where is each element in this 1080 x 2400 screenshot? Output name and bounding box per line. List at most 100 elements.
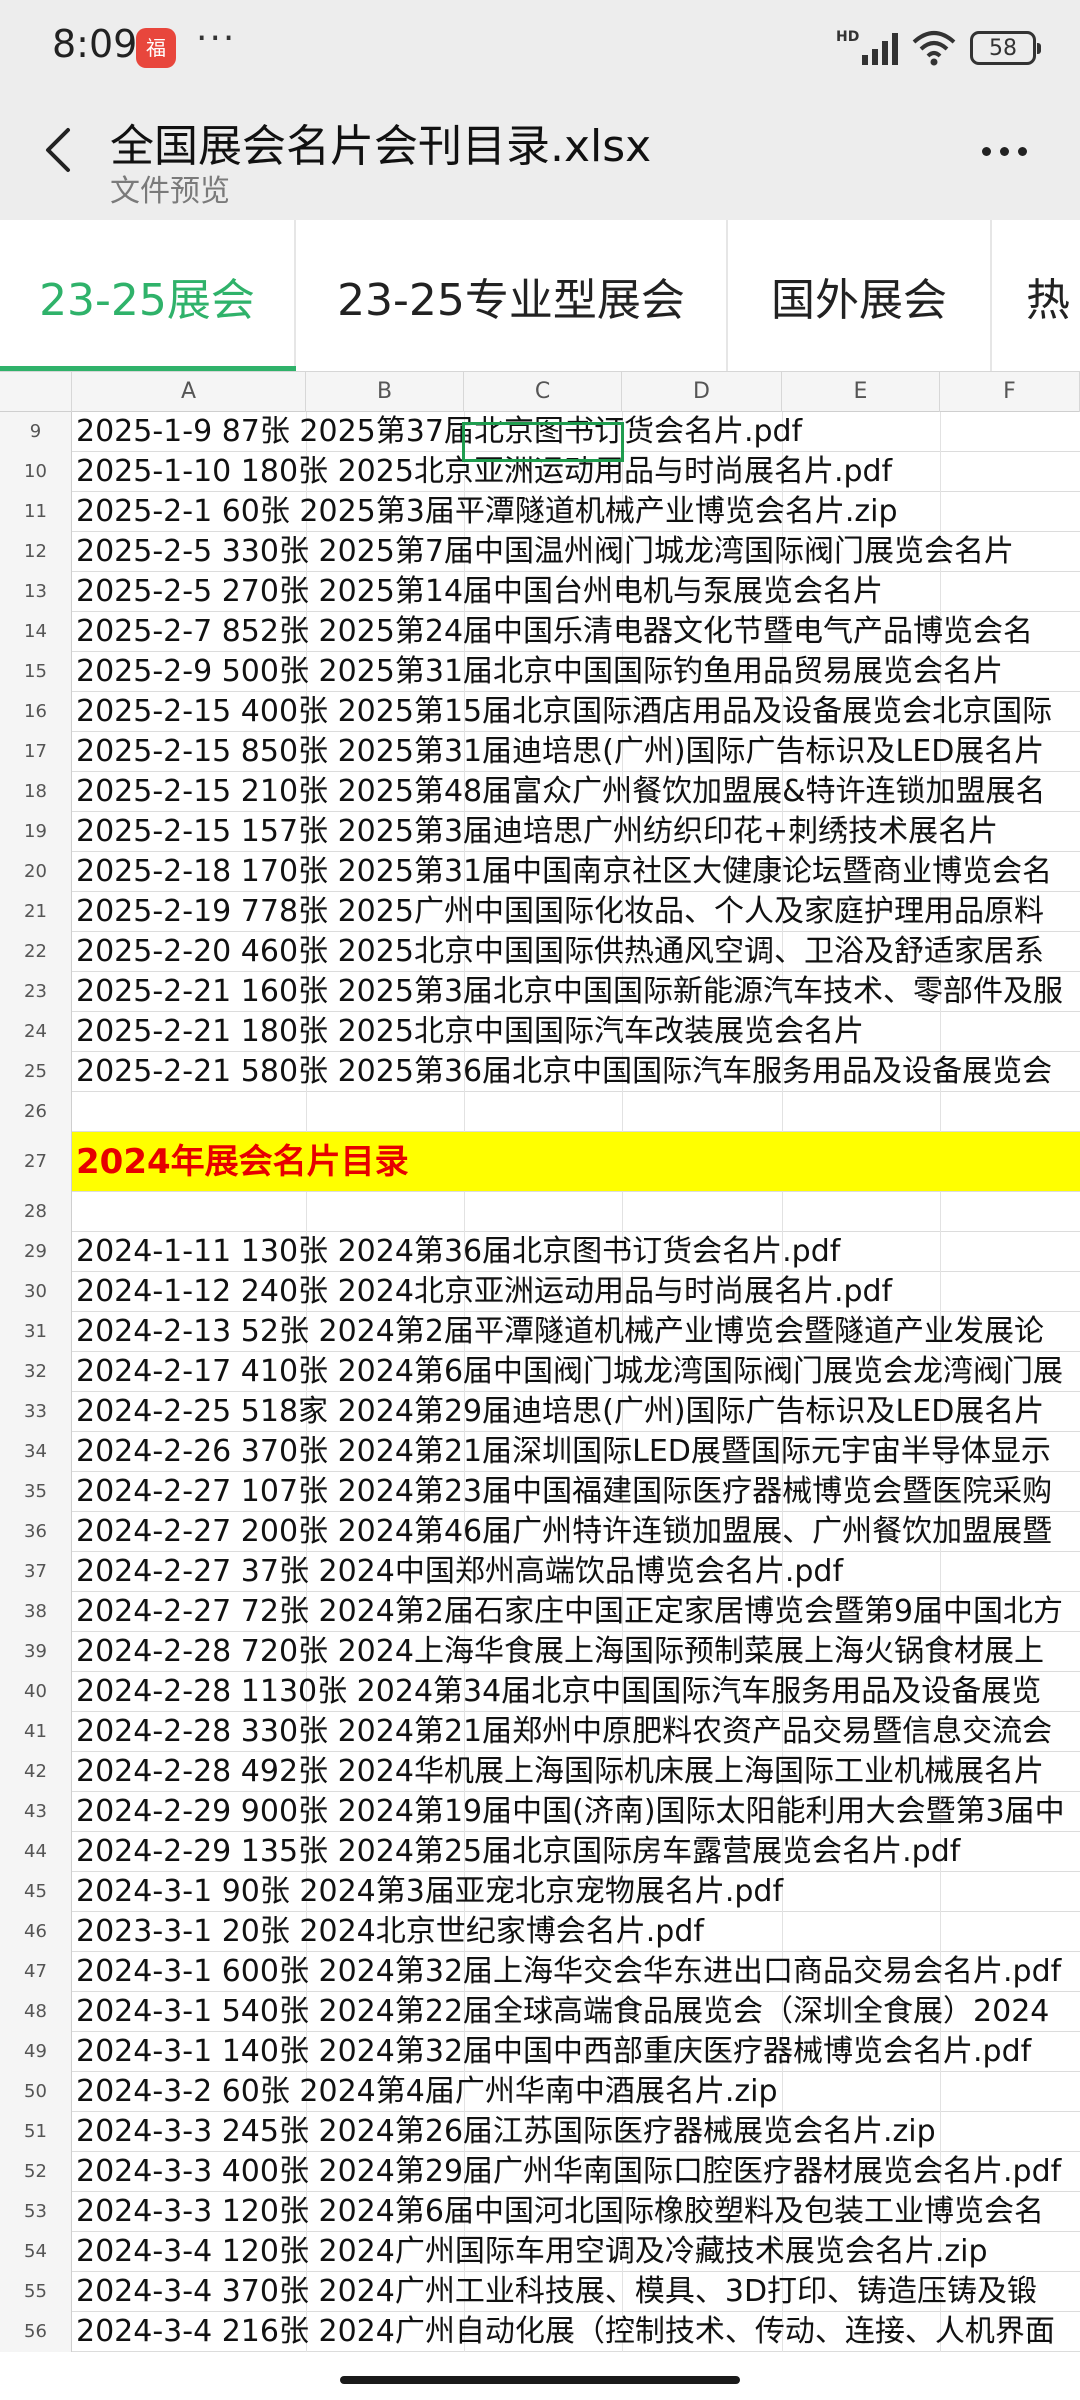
row-number[interactable]: 12: [0, 532, 72, 572]
column-header-b[interactable]: B: [306, 372, 464, 412]
back-icon[interactable]: [30, 120, 90, 180]
row-number[interactable]: 50: [0, 2072, 72, 2112]
row-number[interactable]: 56: [0, 2312, 72, 2352]
table-row[interactable]: 34 2024-2-26 370张 2024第21届深圳国际LED展暨国际元宇宙半…: [0, 1432, 1080, 1472]
cell-text[interactable]: 2024-2-28 330张 2024第21届郑州中原肥料农资产品交易暨信息交流…: [76, 1712, 1052, 1752]
table-row[interactable]: 40 2024-2-28 1130张 2024第34届北京中国国际汽车服务用品及设…: [0, 1672, 1080, 1712]
spreadsheet-grid[interactable]: A B C D E F 9 2025-1-9 87张 2025第37届北京图书订货…: [0, 372, 1080, 2367]
row-number[interactable]: 35: [0, 1472, 72, 1512]
table-row[interactable]: 11 2025-2-1 60张 2025第3届平潭隧道机械产业博览会名片.zip: [0, 492, 1080, 532]
cell-text[interactable]: 2024-2-25 518家 2024第29届迪培思(广州)国际广告标识及LED…: [76, 1392, 1044, 1432]
cell-text[interactable]: 2025-2-9 500张 2025第31届北京中国国际钓鱼用品贸易展览会名片: [76, 652, 1003, 692]
table-row[interactable]: 12 2025-2-5 330张 2025第7届中国温州阀门城龙湾国际阀门展览会名…: [0, 532, 1080, 572]
cell-text[interactable]: 2025-2-21 180张 2025北京中国国际汽车改装展览会名片: [76, 1012, 864, 1052]
cell-text[interactable]: 2025-1-9 87张 2025第37届北京图书订货会名片.pdf: [76, 412, 802, 452]
table-row[interactable]: 54 2024-3-4 120张 2024广州国际车用空调及冷藏技术展览会名片.z…: [0, 2232, 1080, 2272]
table-row[interactable]: 28: [0, 1192, 1080, 1232]
row-number[interactable]: 51: [0, 2112, 72, 2152]
cell-text[interactable]: 2025-1-10 180张 2025北京亚洲运动用品与时尚展名片.pdf: [76, 452, 892, 492]
table-row[interactable]: 37 2024-2-27 37张 2024中国郑州高端饮品博览会名片.pdf: [0, 1552, 1080, 1592]
row-number[interactable]: 16: [0, 692, 72, 732]
row-number[interactable]: 38: [0, 1592, 72, 1632]
cell-text[interactable]: 2024-2-29 900张 2024第19届中国(济南)国际太阳能利用大会暨第…: [76, 1792, 1065, 1832]
cell-text[interactable]: 2024-2-27 200张 2024第46届广州特许连锁加盟展、广州餐饮加盟展…: [76, 1512, 1052, 1552]
tab-hot[interactable]: 热: [992, 220, 1080, 371]
table-row[interactable]: 33 2024-2-25 518家 2024第29届迪培思(广州)国际广告标识及L…: [0, 1392, 1080, 1432]
table-row[interactable]: 51 2024-3-3 245张 2024第26届江苏国际医疗器械展览会名片.zi…: [0, 2112, 1080, 2152]
row-number[interactable]: 20: [0, 852, 72, 892]
row-number[interactable]: 43: [0, 1792, 72, 1832]
row-number[interactable]: 48: [0, 1992, 72, 2032]
table-row[interactable]: 45 2024-3-1 90张 2024第3届亚宠北京宠物展名片.pdf: [0, 1872, 1080, 1912]
row-number[interactable]: 28: [0, 1192, 72, 1232]
row-number[interactable]: 36: [0, 1512, 72, 1552]
table-row[interactable]: 52 2024-3-3 400张 2024第29届广州华南国际口腔医疗器材展览会名…: [0, 2152, 1080, 2192]
row-number[interactable]: 45: [0, 1872, 72, 1912]
table-row[interactable]: 41 2024-2-28 330张 2024第21届郑州中原肥料农资产品交易暨信息…: [0, 1712, 1080, 1752]
table-row[interactable]: 36 2024-2-27 200张 2024第46届广州特许连锁加盟展、广州餐饮加…: [0, 1512, 1080, 1552]
table-row[interactable]: 21 2025-2-19 778张 2025广州中国国际化妆品、个人及家庭护理用品…: [0, 892, 1080, 932]
table-row[interactable]: 29 2024-1-11 130张 2024第36届北京图书订货会名片.pdf: [0, 1232, 1080, 1272]
cell-text[interactable]: 2024-3-4 120张 2024广州国际车用空调及冷藏技术展览会名片.zip: [76, 2232, 988, 2272]
cell-text[interactable]: 2024-2-29 135张 2024第25届北京国际房车露营展览会名片.pdf: [76, 1832, 960, 1872]
row-number[interactable]: 44: [0, 1832, 72, 1872]
row-number[interactable]: 19: [0, 812, 72, 852]
row-number[interactable]: 11: [0, 492, 72, 532]
row-number[interactable]: 46: [0, 1912, 72, 1952]
cell-text[interactable]: 2025-2-15 210张 2025第48届富众广州餐饮加盟展&特许连锁加盟展…: [76, 772, 1046, 812]
cell-text[interactable]: 2024-3-1 140张 2024第32届中国中西部重庆医疗器械博览会名片.p…: [76, 2032, 1031, 2072]
tab-foreign-exhibitions[interactable]: 国外展会: [728, 220, 992, 371]
cell-text[interactable]: 2024-2-26 370张 2024第21届深圳国际LED展暨国际元宇宙半导体…: [76, 1432, 1051, 1472]
section-title-cell[interactable]: 2024年展会名片目录: [76, 1132, 409, 1192]
table-row[interactable]: 18 2025-2-15 210张 2025第48届富众广州餐饮加盟展&特许连锁加…: [0, 772, 1080, 812]
table-row[interactable]: 56 2024-3-4 216张 2024广州自动化展（控制技术、传动、连接、人机…: [0, 2312, 1080, 2352]
table-row[interactable]: 17 2025-2-15 850张 2025第31届迪培思(广州)国际广告标识及L…: [0, 732, 1080, 772]
row-number[interactable]: 33: [0, 1392, 72, 1432]
cell-text[interactable]: 2024-3-3 120张 2024第6届中国河北国际橡胶塑料及包装工业博览会名: [76, 2192, 1044, 2232]
row-number[interactable]: 39: [0, 1632, 72, 1672]
row-number[interactable]: 23: [0, 972, 72, 1012]
row-number[interactable]: 37: [0, 1552, 72, 1592]
cell-text[interactable]: 2024-3-4 216张 2024广州自动化展（控制技术、传动、连接、人机界面: [76, 2312, 1055, 2352]
cell-text[interactable]: 2024-2-28 1130张 2024第34届北京中国国际汽车服务用品及设备展…: [76, 1672, 1041, 1712]
row-number[interactable]: 27: [0, 1132, 72, 1192]
cell-text[interactable]: 2024-2-13 52张 2024第2届平潭隧道机械产业博览会暨隧道产业发展论: [76, 1312, 1044, 1352]
table-row[interactable]: 43 2024-2-29 900张 2024第19届中国(济南)国际太阳能利用大会…: [0, 1792, 1080, 1832]
row-number[interactable]: 15: [0, 652, 72, 692]
cell-text[interactable]: 2024-3-3 400张 2024第29届广州华南国际口腔医疗器材展览会名片.…: [76, 2152, 1061, 2192]
table-row[interactable]: 53 2024-3-3 120张 2024第6届中国河北国际橡胶塑料及包装工业博览…: [0, 2192, 1080, 2232]
cell-text[interactable]: 2024-3-1 90张 2024第3届亚宠北京宠物展名片.pdf: [76, 1872, 783, 1912]
row-number[interactable]: 53: [0, 2192, 72, 2232]
cell-text[interactable]: 2023-3-1 20张 2024北京世纪家博会名片.pdf: [76, 1912, 704, 1952]
more-options-icon[interactable]: [964, 126, 1044, 176]
cell-text[interactable]: 2025-2-5 270张 2025第14届中国台州电机与泵展览会名片: [76, 572, 883, 612]
cell-text[interactable]: 2025-2-15 850张 2025第31届迪培思(广州)国际广告标识及LED…: [76, 732, 1044, 772]
home-indicator[interactable]: [340, 2376, 740, 2384]
table-row[interactable]: 38 2024-2-27 72张 2024第2届石家庄中国正定家居博览会暨第9届中…: [0, 1592, 1080, 1632]
column-header-e[interactable]: E: [782, 372, 940, 412]
table-row[interactable]: 46 2023-3-1 20张 2024北京世纪家博会名片.pdf: [0, 1912, 1080, 1952]
row-number[interactable]: 29: [0, 1232, 72, 1272]
row-number[interactable]: 24: [0, 1012, 72, 1052]
row-number[interactable]: 13: [0, 572, 72, 612]
row-number[interactable]: 14: [0, 612, 72, 652]
cell-text[interactable]: 2024-2-27 72张 2024第2届石家庄中国正定家居博览会暨第9届中国北…: [76, 1592, 1063, 1632]
cell-text[interactable]: 2024-2-17 410张 2024第6届中国阀门城龙湾国际阀门展览会龙湾阀门…: [76, 1352, 1063, 1392]
corner-cell[interactable]: [0, 372, 72, 412]
row-number[interactable]: 9: [0, 412, 72, 452]
table-row[interactable]: 9 2025-1-9 87张 2025第37届北京图书订货会名片.pdf: [0, 412, 1080, 452]
cell-text[interactable]: 2024-3-3 245张 2024第26届江苏国际医疗器械展览会名片.zip: [76, 2112, 936, 2152]
section-header-row[interactable]: 27 2024年展会名片目录: [0, 1132, 1080, 1192]
row-number[interactable]: 41: [0, 1712, 72, 1752]
cell-text[interactable]: 2024-1-12 240张 2024北京亚洲运动用品与时尚展名片.pdf: [76, 1272, 892, 1312]
tab-23-25-professional[interactable]: 23-25专业型展会: [296, 220, 728, 371]
cell-text[interactable]: 2025-2-18 170张 2025第31届中国南京社区大健康论坛暨商业博览会…: [76, 852, 1052, 892]
row-number[interactable]: 31: [0, 1312, 72, 1352]
cell-text[interactable]: 2025-2-15 400张 2025第15届北京国际酒店用品及设备展览会北京国…: [76, 692, 1052, 732]
cell-text[interactable]: 2025-2-5 330张 2025第7届中国温州阀门城龙湾国际阀门展览会名片: [76, 532, 1014, 572]
table-row[interactable]: 13 2025-2-5 270张 2025第14届中国台州电机与泵展览会名片: [0, 572, 1080, 612]
table-row[interactable]: 23 2025-2-21 160张 2025第3届北京中国国际新能源汽车技术、零部…: [0, 972, 1080, 1012]
row-number[interactable]: 10: [0, 452, 72, 492]
column-header-d[interactable]: D: [622, 372, 782, 412]
row-number[interactable]: 22: [0, 932, 72, 972]
